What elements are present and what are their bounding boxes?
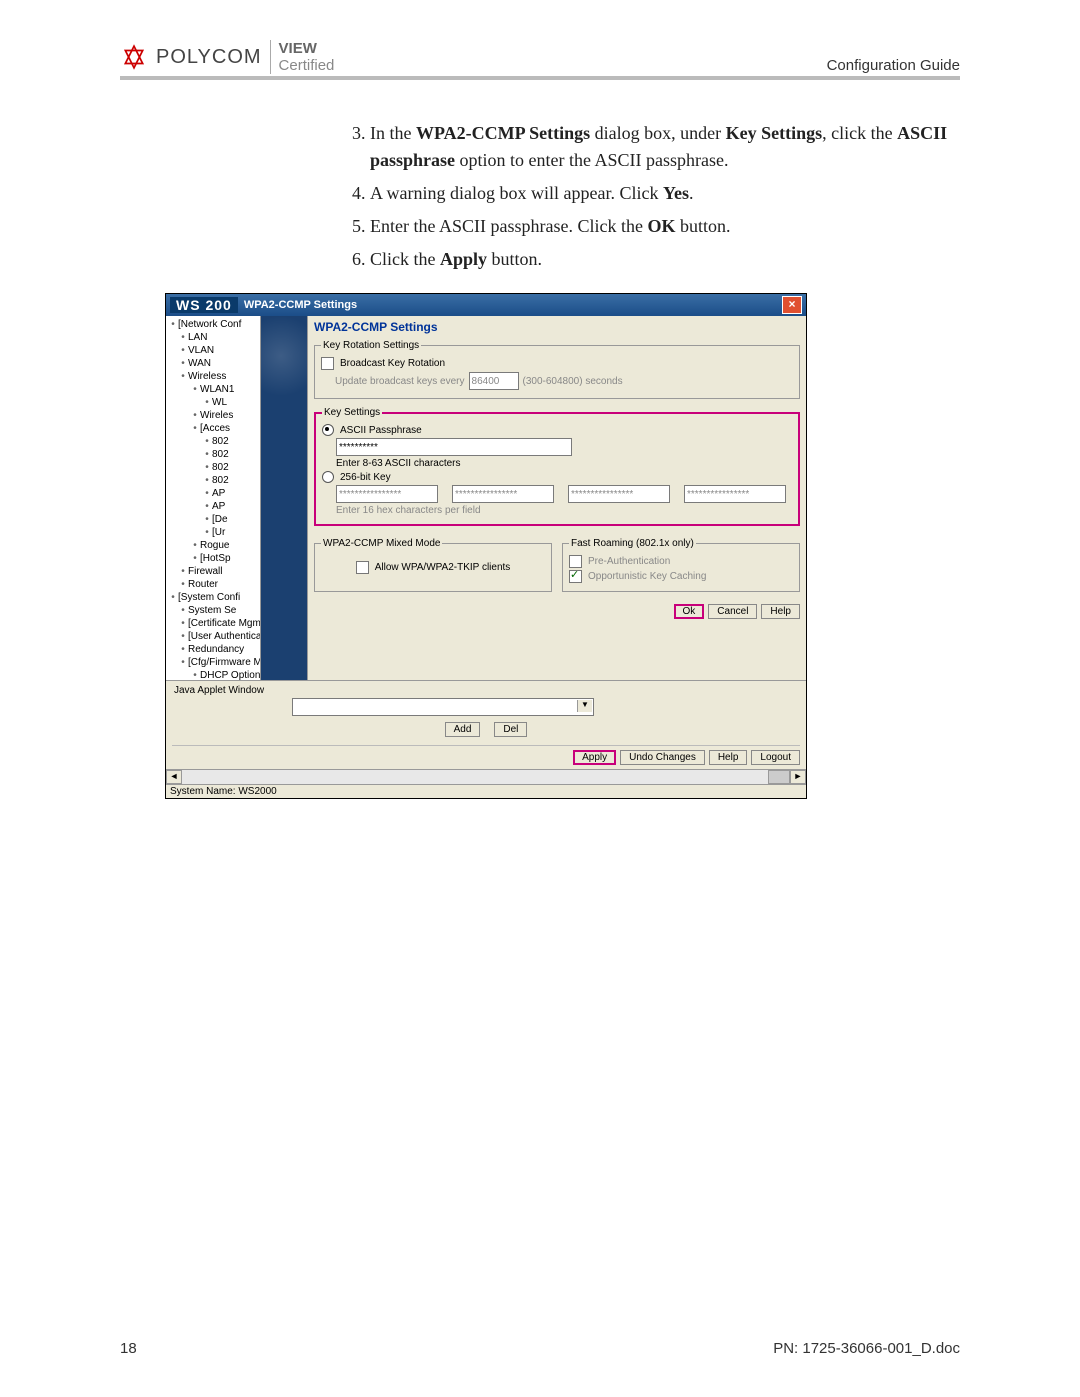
dialog-titlebar: WS 200 WPA2-CCMP Settings × [166,294,806,316]
tree-item[interactable]: •[System Confi [166,591,260,604]
hex-key-1[interactable] [336,485,438,503]
key-settings-group: Key Settings ASCII Passphrase Enter 8-63… [314,407,800,526]
tree-item[interactable]: •WAN [166,357,260,370]
product-logo: WS 200 [170,297,238,313]
screenshot-dialog: WS 200 WPA2-CCMP Settings × •[Network Co… [165,293,807,799]
okc-checkbox[interactable] [569,570,582,583]
tree-item[interactable]: •LAN [166,331,260,344]
ascii-passphrase-label: ASCII Passphrase [340,425,422,436]
tree-item[interactable]: •[HotSp [166,552,260,565]
update-interval-hint: (300-604800) seconds [523,376,623,387]
horizontal-scrollbar[interactable]: ◄ ► [166,769,806,784]
close-icon[interactable]: × [782,296,802,314]
tree-item[interactable]: •[User Authentication] [166,630,260,643]
tree-item[interactable]: •802 [166,474,260,487]
key-settings-legend: Key Settings [322,407,382,418]
allow-tkip-checkbox[interactable] [356,561,369,574]
update-interval-input[interactable] [469,372,519,390]
page-number: 18 [120,1340,137,1357]
tree-item[interactable]: •Wireles [166,409,260,422]
broadcast-key-rotation-checkbox[interactable] [321,357,334,370]
tree-item[interactable]: •AP [166,487,260,500]
tree-item[interactable]: •[De [166,513,260,526]
polycom-icon [120,43,148,71]
tree-item[interactable]: •DHCP Options ( Sys [166,669,260,680]
selection-dropdown[interactable] [292,698,594,716]
cancel-button[interactable]: Cancel [708,604,757,619]
pane-title: WPA2-CCMP Settings [314,320,800,334]
hex-key-4[interactable] [684,485,786,503]
nav-tree[interactable]: •[Network Conf•LAN•VLAN•WAN•Wireless•WLA… [166,316,261,680]
tree-item[interactable]: •Router [166,578,260,591]
hex-hint: Enter 16 hex characters per field [336,505,481,516]
key-rotation-group: Key Rotation Settings Broadcast Key Rota… [314,340,800,399]
tree-item[interactable]: •[Cfg/Firmware Mgt.] [166,656,260,669]
tree-item[interactable]: •Redundancy [166,643,260,656]
instruction-item: In the WPA2-CCMP Settings dialog box, un… [370,120,960,174]
view-certified: VIEW Certified [270,40,335,74]
instruction-item: A warning dialog box will appear. Click … [370,180,960,207]
ok-button[interactable]: Ok [674,604,705,619]
dialog-title: WPA2-CCMP Settings [244,299,357,311]
tree-item[interactable]: •Firewall [166,565,260,578]
tree-item[interactable]: •Rogue [166,539,260,552]
applet-window-label: Java Applet Window [174,685,800,696]
apply-button[interactable]: Apply [573,750,616,765]
tree-item[interactable]: •[Certificate Mgmt.] [166,617,260,630]
brand-name: POLYCOM [156,46,262,69]
help-button[interactable]: Help [709,750,748,765]
dialog-help-button[interactable]: Help [761,604,800,619]
hex-key-2[interactable] [452,485,554,503]
key-rotation-legend: Key Rotation Settings [321,340,421,351]
logout-button[interactable]: Logout [751,750,800,765]
update-keys-label: Update broadcast keys every [335,376,465,387]
mixed-mode-group: WPA2-CCMP Mixed Mode Allow WPA/WPA2-TKIP… [314,538,552,592]
256bit-key-label: 256-bit Key [340,472,391,483]
add-button[interactable]: Add [445,722,481,737]
tree-item[interactable]: •VLAN [166,344,260,357]
dialog-main-pane: WPA2-CCMP Settings Key Rotation Settings… [308,316,806,680]
ascii-passphrase-radio[interactable] [322,424,334,436]
doc-title: Configuration Guide [827,57,960,74]
status-bar: System Name: WS2000 [166,784,806,798]
okc-label: Opportunistic Key Caching [588,571,706,582]
fast-roaming-legend: Fast Roaming (802.1x only) [569,538,696,549]
preauth-checkbox[interactable] [569,555,582,568]
instruction-list: In the WPA2-CCMP Settings dialog box, un… [330,120,960,273]
hex-key-3[interactable] [568,485,670,503]
mixed-mode-legend: WPA2-CCMP Mixed Mode [321,538,442,549]
tree-item[interactable]: •AP [166,500,260,513]
broadcast-key-rotation-label: Broadcast Key Rotation [340,358,445,369]
page-header: POLYCOM VIEW Certified Configuration Gui… [120,40,960,80]
ascii-passphrase-input[interactable] [336,438,572,456]
preauth-label: Pre-Authentication [588,556,670,567]
tree-item[interactable]: •802 [166,435,260,448]
instruction-item: Click the Apply button. [370,246,960,273]
brand-logo: POLYCOM VIEW Certified [120,40,334,74]
256bit-key-radio[interactable] [322,471,334,483]
scroll-left-icon[interactable]: ◄ [166,770,182,784]
page-footer: 18 PN: 1725-36066-001_D.doc [120,1340,960,1357]
tree-item[interactable]: •802 [166,448,260,461]
decorative-panel [261,316,308,680]
allow-tkip-label: Allow WPA/WPA2-TKIP clients [375,562,511,573]
instruction-item: Enter the ASCII passphrase. Click the OK… [370,213,960,240]
tree-item[interactable]: •WLAN1 [166,383,260,396]
undo-changes-button[interactable]: Undo Changes [620,750,705,765]
tree-item[interactable]: •[Network Conf [166,318,260,331]
tree-item[interactable]: •[Ur [166,526,260,539]
fast-roaming-group: Fast Roaming (802.1x only) Pre-Authentic… [562,538,800,592]
tree-item[interactable]: •System Se [166,604,260,617]
tree-item[interactable]: •802 [166,461,260,474]
part-number: PN: 1725-36066-001_D.doc [773,1340,960,1357]
parent-window-pane: Java Applet Window Add Del Apply Undo Ch… [166,680,806,769]
scroll-right-icon[interactable]: ► [790,770,806,784]
tree-item[interactable]: •[Acces [166,422,260,435]
tree-item[interactable]: •WL [166,396,260,409]
tree-item[interactable]: •Wireless [166,370,260,383]
ascii-hint: Enter 8-63 ASCII characters [336,458,461,469]
del-button[interactable]: Del [494,722,527,737]
